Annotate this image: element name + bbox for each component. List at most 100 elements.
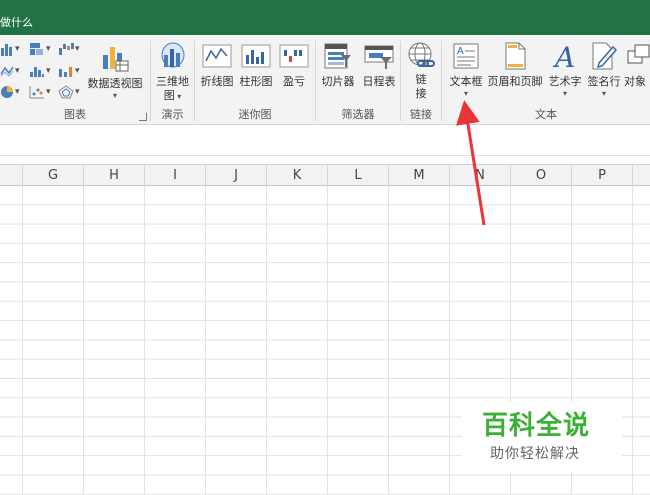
tours-group: 三维地 图 ▾ 演示 <box>151 35 194 125</box>
sparkline-winloss-icon <box>279 44 309 68</box>
slicer-icon <box>324 43 351 69</box>
combo-chart-icon <box>59 67 72 77</box>
column-header-partial-right[interactable] <box>633 165 650 186</box>
pivot-chart-icon <box>103 47 129 72</box>
watermark: 百科全说 助你轻松解决 <box>462 402 622 472</box>
link-label-line2: 接 <box>415 87 427 100</box>
timeline-icon <box>364 45 394 69</box>
3d-map-icon <box>161 42 184 68</box>
timeline-button[interactable]: 日程表 <box>359 41 399 89</box>
sparklines-group-label: 迷你图 <box>238 108 272 121</box>
line-chart-button[interactable]: ▾ <box>0 64 20 78</box>
waterfall-chart-button[interactable]: ▾ <box>58 42 80 56</box>
wordart-dropdown-arrow[interactable]: ▾ <box>544 89 586 98</box>
object-button[interactable]: 对象 <box>624 41 650 89</box>
radar-chart-button[interactable]: ▾ <box>58 85 80 99</box>
scatter-chart-icon <box>29 86 44 99</box>
header-footer-label: 页眉和页脚 <box>487 75 543 88</box>
3d-map-label-line1: 三维地 <box>156 75 189 88</box>
pivot-chart-label: 数据透视图 <box>87 77 143 90</box>
statistic-chart-icon <box>30 67 44 77</box>
header-footer-button[interactable]: 页眉和页脚 <box>487 41 543 89</box>
header-footer-icon <box>505 42 526 70</box>
pivot-chart-button[interactable]: 数据透视图 ▾ <box>84 41 146 100</box>
column-chart-icon <box>1 44 12 56</box>
links-group-label: 链接 <box>410 108 432 121</box>
sparkline-column-icon <box>241 44 271 68</box>
signature-dropdown-arrow[interactable]: ▾ <box>585 89 623 98</box>
ribbon-gap <box>0 156 650 164</box>
slicer-label: 切片器 <box>321 75 355 88</box>
column-header-p[interactable]: P <box>572 165 633 186</box>
column-header-l[interactable]: L <box>328 165 389 186</box>
scatter-chart-button[interactable]: ▾ <box>29 85 51 99</box>
waterfall-chart-icon <box>59 43 74 55</box>
sparkline-column-button[interactable]: 柱形图 <box>237 41 275 89</box>
svg-text:A: A <box>457 46 464 57</box>
column-header-k[interactable]: K <box>267 165 328 186</box>
text-group-label: 文本 <box>535 108 557 121</box>
ribbon-insert-tab: ▾ ▾ ▾ ▾ ▾ ▾ ▾ ▾ ▾ 数据透视图 ▾ 图表 三维地 图 ▾ 演示 … <box>0 35 650 125</box>
link-label-line1: 链 <box>415 73 427 86</box>
sparkline-column-label: 柱形图 <box>239 75 273 88</box>
3d-map-dropdown-arrow[interactable]: ▾ <box>175 92 181 101</box>
text-group: A 文本框 ▾ 页眉和页脚 A 艺术字 ▾ 签名行 ▾ 对象 文本 <box>442 35 650 125</box>
textbox-label: 文本框 <box>449 75 483 88</box>
filters-group: 切片器 日程表 筛选器 <box>316 35 400 125</box>
tours-group-label: 演示 <box>161 108 184 121</box>
column-header-partial[interactable] <box>0 165 23 186</box>
wordart-icon: A <box>552 41 575 71</box>
link-globe-icon <box>408 42 435 67</box>
hierarchy-chart-button[interactable]: ▾ <box>29 42 51 56</box>
slicer-button[interactable]: 切片器 <box>318 41 358 89</box>
wordart-label: 艺术字 <box>548 75 582 88</box>
pie-chart-button[interactable]: ▾ <box>0 85 20 99</box>
radar-chart-icon <box>58 85 74 99</box>
sparkline-line-label: 折线图 <box>200 75 234 88</box>
charts-group: ▾ ▾ ▾ ▾ ▾ ▾ ▾ ▾ ▾ 数据透视图 ▾ 图表 <box>0 35 150 125</box>
sparklines-group: 折线图 柱形图 盈亏 迷你图 <box>195 35 315 125</box>
tell-me-search[interactable]: 做什么 <box>0 14 33 30</box>
column-chart-button[interactable]: ▾ <box>0 42 20 56</box>
svg-text:A: A <box>552 41 575 71</box>
3d-map-button[interactable]: 三维地 图 ▾ <box>151 41 194 103</box>
formula-bar[interactable] <box>0 126 650 156</box>
textbox-button[interactable]: A 文本框 ▾ <box>446 41 486 98</box>
links-group: 链 接 链接 <box>401 35 441 125</box>
charts-dialog-launcher[interactable] <box>139 113 147 121</box>
column-headers: G H I J K L M N O P <box>0 164 650 186</box>
3d-map-label-line2: 图 <box>163 89 175 102</box>
pie-chart-icon <box>1 86 13 98</box>
signature-line-label: 签名行 <box>587 75 621 88</box>
sparkline-winloss-label: 盈亏 <box>283 75 305 88</box>
statistic-chart-button[interactable]: ▾ <box>29 64 51 78</box>
line-chart-icon <box>0 66 14 77</box>
column-header-n[interactable]: N <box>450 165 511 186</box>
sparkline-line-icon <box>202 44 232 68</box>
textbox-dropdown-arrow[interactable]: ▾ <box>446 89 486 98</box>
column-header-g[interactable]: G <box>23 165 84 186</box>
column-header-j[interactable]: J <box>206 165 267 186</box>
signature-line-button[interactable]: 签名行 ▾ <box>585 41 623 98</box>
link-button[interactable]: 链 接 <box>403 41 439 101</box>
charts-group-label: 图表 <box>64 108 86 121</box>
object-icon <box>627 44 650 64</box>
combo-chart-button[interactable]: ▾ <box>58 64 80 78</box>
sparkline-winloss-button[interactable]: 盈亏 <box>276 41 312 89</box>
pivot-chart-dropdown-arrow[interactable]: ▾ <box>84 91 146 100</box>
object-label: 对象 <box>624 75 646 88</box>
filters-group-label: 筛选器 <box>341 108 375 121</box>
textbox-icon: A <box>453 43 479 69</box>
column-header-h[interactable]: H <box>84 165 145 186</box>
sparkline-line-button[interactable]: 折线图 <box>198 41 236 89</box>
column-header-i[interactable]: I <box>145 165 206 186</box>
title-bar: 做什么 <box>0 0 650 35</box>
column-header-o[interactable]: O <box>511 165 572 186</box>
signature-line-icon <box>592 42 618 70</box>
watermark-title: 百科全说 <box>482 411 591 441</box>
timeline-label: 日程表 <box>362 75 396 88</box>
wordart-button[interactable]: A 艺术字 ▾ <box>544 41 586 98</box>
watermark-subtitle: 助你轻松解决 <box>490 446 580 462</box>
column-header-m[interactable]: M <box>389 165 450 186</box>
hierarchy-chart-icon <box>30 43 43 55</box>
